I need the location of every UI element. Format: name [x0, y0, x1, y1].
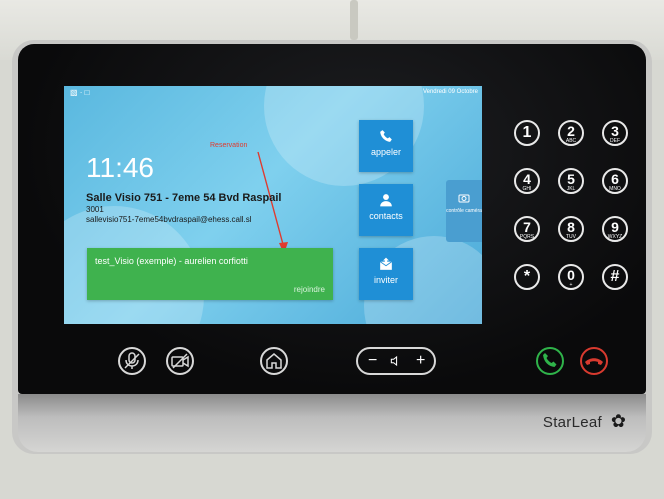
volume-control[interactable]: − +: [356, 347, 436, 375]
key-9[interactable]: 9 WXYZ: [602, 216, 628, 242]
key-digit: 0: [567, 267, 575, 283]
key-digit: 4: [523, 171, 531, 187]
key-letters: DEF: [610, 138, 620, 144]
clock-time: 11:46: [86, 152, 154, 183]
key-0[interactable]: 0 +: [558, 264, 584, 290]
invite-tile-label: inviter: [373, 275, 398, 285]
key-digit: 6: [611, 171, 619, 187]
camera-control-tab[interactable]: contrôle caméra: [446, 180, 482, 242]
leaf-logo-icon: ✿: [610, 411, 626, 431]
invite-icon: [379, 257, 393, 270]
contacts-tile-label: contacts: [369, 211, 403, 221]
key-digit: 5: [567, 171, 575, 187]
phone-icon: [380, 130, 392, 142]
camera-off-icon: [171, 353, 189, 369]
call-tile[interactable]: appeler: [359, 120, 413, 172]
cable: [350, 0, 358, 40]
camera-control-icon: [458, 194, 470, 203]
key-digit: *: [523, 268, 531, 285]
volume-down-button[interactable]: −: [368, 352, 377, 370]
key-2[interactable]: 2 ABC: [558, 120, 584, 146]
key-digit: 2: [567, 123, 575, 139]
key-letters: +: [569, 282, 573, 288]
key-digit: 7: [523, 219, 531, 235]
key-digit: 3: [611, 123, 619, 139]
person-icon: [380, 194, 392, 207]
hang-up-button[interactable]: [580, 347, 608, 375]
phone-hangup-icon: [585, 358, 603, 365]
key-4[interactable]: 4 GHI: [514, 168, 540, 194]
room-address: sallevisio751-7eme54bvdraspail@ehess.cal…: [86, 215, 252, 224]
invite-tile[interactable]: inviter: [359, 248, 413, 300]
call-tile-label: appeler: [370, 147, 402, 157]
key-digit: 9: [611, 219, 619, 235]
key-star[interactable]: *: [514, 264, 540, 290]
key-7[interactable]: 7 PQRS: [514, 216, 540, 242]
key-8[interactable]: 8 TUV: [558, 216, 584, 242]
volume-up-button[interactable]: +: [416, 352, 425, 370]
contacts-tile[interactable]: contacts: [359, 184, 413, 236]
network-status-icon: ▧ · □: [70, 88, 90, 97]
mic-off-icon: [124, 352, 140, 369]
key-letters: ABC: [565, 138, 577, 144]
key-hash[interactable]: #: [602, 264, 628, 290]
key-letters: JKL: [566, 186, 576, 192]
brand-logo-text: StarLeaf: [542, 414, 602, 431]
key-letters: PQRS: [519, 234, 535, 240]
home-icon: [266, 353, 282, 369]
camera-off-button[interactable]: [166, 347, 194, 375]
key-letters: TUV: [566, 234, 576, 240]
key-6[interactable]: 6 MNO: [602, 168, 628, 194]
answer-call-button[interactable]: [536, 347, 564, 375]
status-bar: ▧ · □ Vendredi 09 Octobre: [64, 86, 482, 100]
key-digit: 8: [567, 219, 575, 235]
join-button-label[interactable]: rejoindre: [294, 285, 325, 294]
touch-screen: ▧ · □ Vendredi 09 Octobre Reservation 11…: [64, 86, 482, 324]
key-letters: GHI: [522, 186, 532, 192]
key-digit: #: [610, 268, 620, 285]
key-3[interactable]: 3 DEF: [602, 120, 628, 146]
annotation-label: Reservation: [210, 142, 248, 149]
key-digit: 1: [522, 124, 532, 141]
camera-control-label: contrôle caméra: [446, 208, 482, 214]
key-1[interactable]: 1: [514, 120, 540, 146]
mute-mic-button[interactable]: [118, 347, 146, 375]
home-button[interactable]: [260, 347, 288, 375]
status-date: Vendredi 09 Octobre: [422, 89, 478, 95]
key-letters: MNO: [609, 186, 621, 192]
key-5[interactable]: 5 JKL: [558, 168, 584, 194]
meeting-title: test_Visio (exemple) - aurelien corfiott…: [95, 256, 248, 266]
room-name: Salle Visio 751 - 7eme 54 Bvd Raspail: [86, 192, 282, 204]
meeting-card[interactable]: test_Visio (exemple) - aurelien corfiott…: [87, 248, 333, 300]
key-letters: WXYZ: [607, 234, 623, 240]
room-number: 3001: [86, 205, 104, 214]
speaker-icon: [390, 355, 398, 367]
phone-answer-icon: [543, 353, 557, 367]
